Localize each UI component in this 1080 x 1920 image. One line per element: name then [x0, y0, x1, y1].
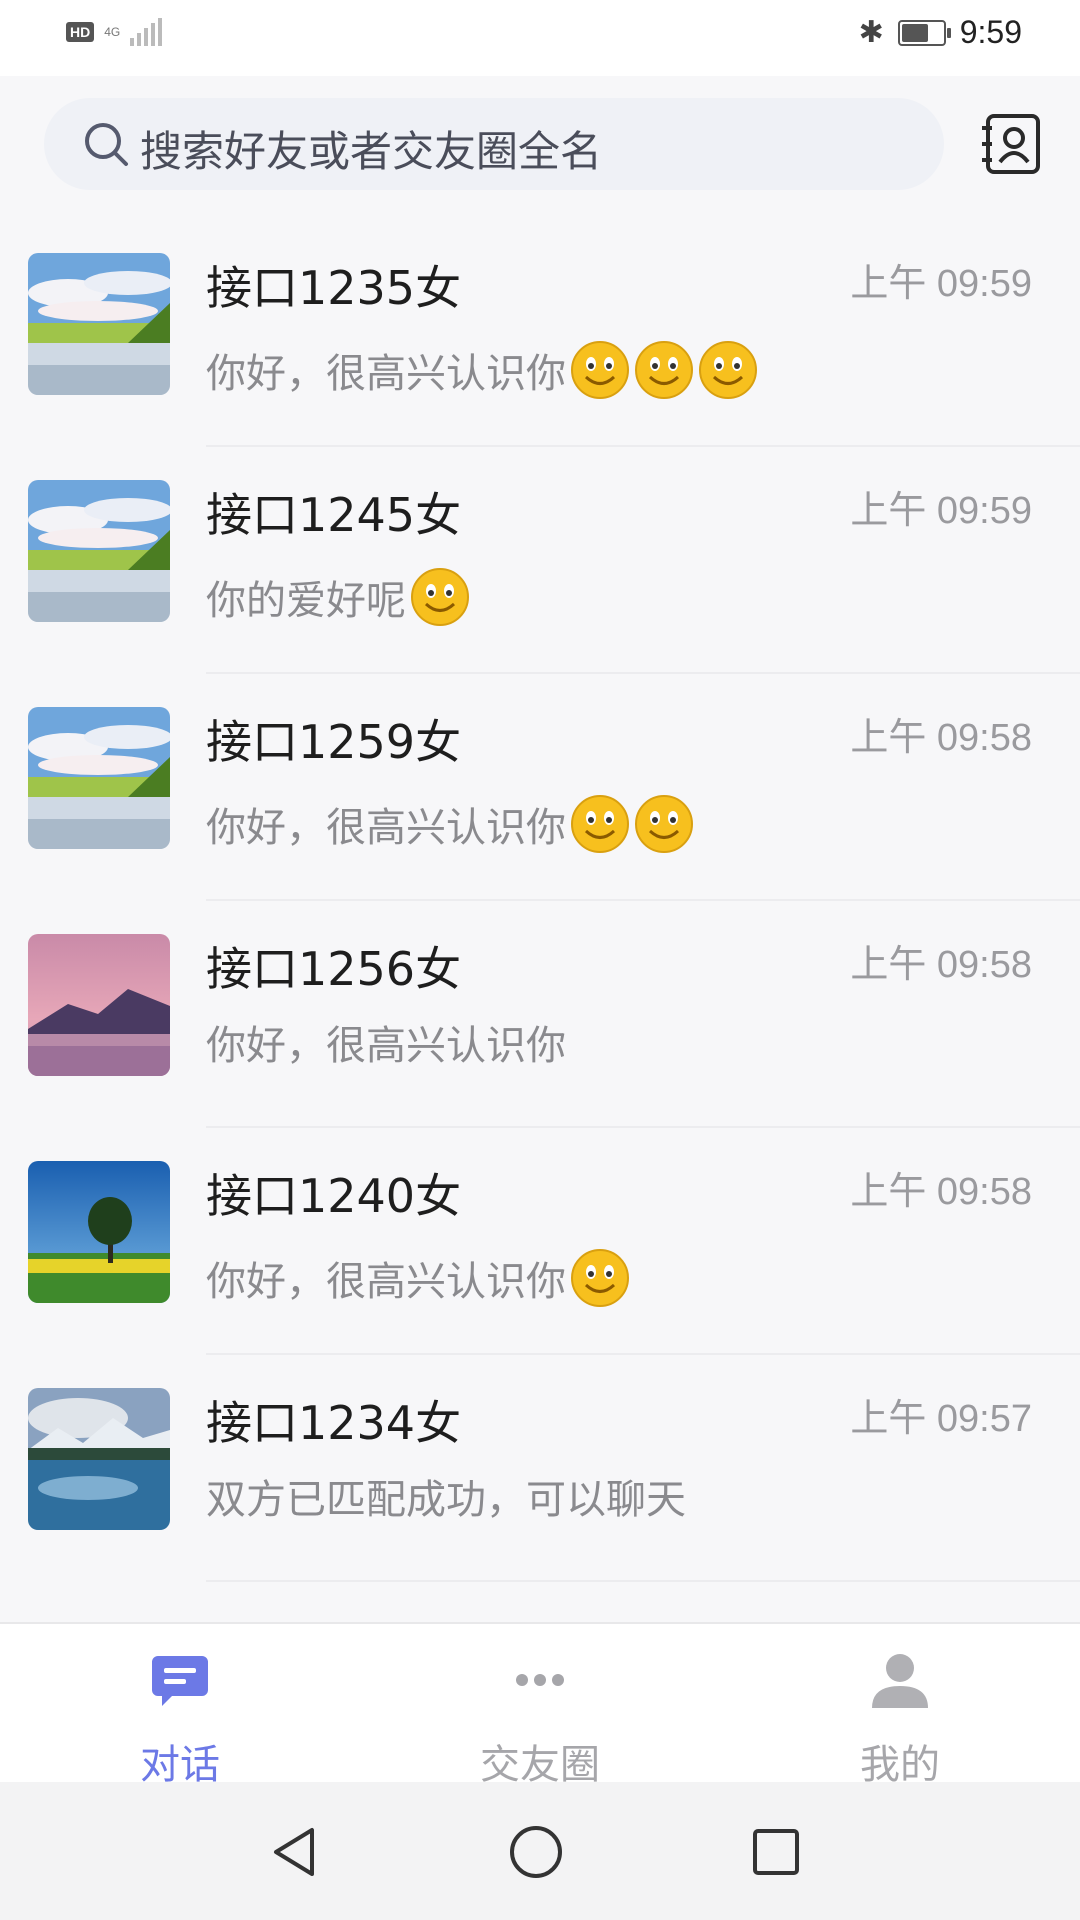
avatar: [28, 1388, 170, 1530]
conversation-list: 接口1235女 上午 09:59 你好，很高兴认识你 接口1245女 上午 09…: [0, 220, 1080, 1582]
contacts-book-icon[interactable]: [980, 112, 1044, 176]
contact-name: 接口1234女: [206, 1396, 462, 1450]
conversation-item[interactable]: 接口1245女 上午 09:59 你的爱好呢: [0, 447, 1080, 674]
conversation-item[interactable]: 接口1235女 上午 09:59 你好，很高兴认识你: [0, 220, 1080, 447]
bluetooth-icon: ✱: [858, 15, 884, 50]
battery-icon: [897, 19, 951, 46]
message-text: 你好，很高兴认识你: [206, 351, 566, 397]
conversation-item[interactable]: 接口1240女 上午 09:58 你好，很高兴认识你: [0, 1128, 1080, 1355]
status-right: ✱ 9:59: [859, 14, 1022, 51]
divider: [206, 1580, 1080, 1582]
message-time: 上午 09:57: [850, 1398, 1032, 1440]
avatar: [28, 1161, 170, 1303]
message-time: 上午 09:58: [850, 1171, 1032, 1213]
contact-name: 接口1245女: [206, 488, 462, 542]
tab-me[interactable]: 我的: [720, 1624, 1080, 1788]
message-text: 你好，很高兴认识你: [206, 805, 566, 851]
search-icon: [85, 123, 128, 166]
more-dots-icon: [516, 1674, 564, 1686]
message-preview: 你好，很高兴认识你: [206, 1248, 630, 1308]
avatar: [28, 934, 170, 1076]
message-text: 你的爱好呢: [206, 578, 406, 624]
avatar: [28, 253, 170, 395]
tab-chat[interactable]: 对话: [0, 1624, 360, 1788]
status-bar: HD 4G ✱ 9:59: [0, 0, 1080, 76]
conversation-item[interactable]: 接口1259女 上午 09:58 你好，很高兴认识你: [0, 674, 1080, 901]
status-clock: 9:59: [959, 14, 1022, 50]
smile-emoji-icon: [571, 1249, 629, 1307]
hd-badge: HD: [66, 22, 95, 42]
message-preview: 你好，很高兴认识你: [206, 1013, 566, 1071]
avatar: [28, 707, 170, 849]
smile-emoji-icon: [635, 341, 693, 399]
chat-bubble-icon: [152, 1656, 208, 1706]
smile-emoji-icon: [699, 341, 757, 399]
message-text: 你好，很高兴认识你: [206, 1023, 566, 1069]
message-time: 上午 09:59: [850, 490, 1032, 532]
smile-emoji-icon: [571, 341, 629, 399]
back-icon[interactable]: [266, 1822, 326, 1882]
bottom-tab-bar: 对话 交友圈 我的: [0, 1622, 1080, 1788]
person-icon: [872, 1654, 928, 1708]
smile-emoji-icon: [411, 568, 469, 626]
contact-name: 接口1256女: [206, 942, 462, 996]
conversation-item[interactable]: 接口1256女 上午 09:58 你好，很高兴认识你: [0, 901, 1080, 1128]
message-text: 双方已匹配成功，可以聊天: [206, 1477, 686, 1523]
message-preview: 你好，很高兴认识你: [206, 340, 758, 400]
smile-emoji-icon: [571, 795, 629, 853]
message-preview: 双方已匹配成功，可以聊天: [206, 1467, 686, 1525]
message-time: 上午 09:59: [850, 263, 1032, 305]
status-left: HD 4G: [66, 18, 163, 46]
search-bar[interactable]: 搜索好友或者交友圈全名: [44, 98, 944, 190]
message-time: 上午 09:58: [850, 944, 1032, 986]
conversation-item[interactable]: 接口1234女 上午 09:57 双方已匹配成功，可以聊天: [0, 1355, 1080, 1582]
message-preview: 你的爱好呢: [206, 567, 470, 627]
message-time: 上午 09:58: [850, 717, 1032, 759]
network-type: 4G: [104, 25, 121, 39]
message-preview: 你好，很高兴认识你: [206, 794, 694, 854]
smile-emoji-icon: [635, 795, 693, 853]
message-text: 你好，很高兴认识你: [206, 1259, 566, 1305]
system-nav-bar: [0, 1782, 1080, 1920]
home-icon[interactable]: [506, 1822, 566, 1882]
search-placeholder: 搜索好友或者交友圈全名: [140, 127, 603, 176]
contact-name: 接口1235女: [206, 261, 462, 315]
contact-name: 接口1240女: [206, 1169, 462, 1223]
tab-circle[interactable]: 交友圈: [360, 1624, 720, 1788]
recent-apps-icon[interactable]: [746, 1822, 806, 1882]
avatar: [28, 480, 170, 622]
signal-icon: [130, 18, 163, 46]
contact-name: 接口1259女: [206, 715, 462, 769]
